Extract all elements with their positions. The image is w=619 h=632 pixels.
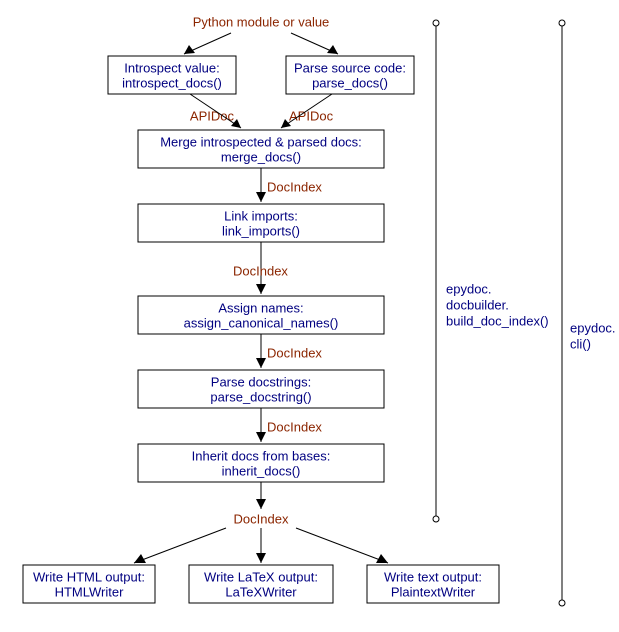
- node-latex: Write LaTeX output: LaTeXWriter: [189, 565, 333, 603]
- node-parsedoc-l1: Parse docstrings:: [211, 374, 311, 389]
- arrow-assign-to-parsedoc: [256, 334, 266, 368]
- node-text: Write text output: PlaintextWriter: [367, 565, 499, 603]
- node-assign-l1: Assign names:: [218, 300, 303, 315]
- edge-label-apidoc-right: APIDoc: [289, 108, 334, 123]
- node-parsedoc: Parse docstrings: parse_docstring(): [138, 370, 384, 408]
- node-link-l2: link_imports(): [222, 223, 300, 238]
- node-introspect: Introspect value: introspect_docs(): [108, 56, 236, 94]
- node-text-l2: PlaintextWriter: [391, 584, 476, 599]
- arrow-to-html: [134, 528, 226, 563]
- bracket-outer-l2: cli(): [570, 336, 591, 351]
- top-label: Python module or value: [193, 14, 330, 29]
- node-merge-l2: merge_docs(): [221, 149, 301, 164]
- bracket-outer-l1: epydoc.: [570, 320, 616, 335]
- arrow-top-to-introspect: [184, 33, 231, 54]
- arrow-to-text: [296, 528, 388, 563]
- node-parse-l1: Parse source code:: [294, 60, 406, 75]
- node-parse-l2: parse_docs(): [312, 75, 388, 90]
- node-merge: Merge introspected & parsed docs: merge_…: [138, 130, 384, 168]
- arrow-inherit-down: [256, 482, 266, 509]
- node-link-l1: Link imports:: [224, 208, 298, 223]
- arrow-to-latex: [256, 528, 266, 563]
- node-text-l1: Write text output:: [384, 569, 482, 584]
- edge-label-docindex-4: DocIndex: [267, 419, 322, 434]
- node-parse: Parse source code: parse_docs(): [286, 56, 414, 94]
- edge-label-docindex-1: DocIndex: [267, 179, 322, 194]
- bracket-docbuilder: [433, 20, 439, 522]
- bracket-cli: [559, 20, 565, 606]
- node-assign: Assign names: assign_canonical_names(): [138, 296, 384, 334]
- node-html-l2: HTMLWriter: [55, 584, 125, 599]
- edge-label-docindex-2: DocIndex: [233, 263, 288, 278]
- arrow-top-to-parse: [291, 33, 338, 54]
- node-inherit-l1: Inherit docs from bases:: [192, 448, 331, 463]
- bracket-inner-l3: build_doc_index(): [446, 313, 549, 328]
- edge-label-docindex-5: DocIndex: [234, 511, 289, 526]
- arrow-parsedoc-to-inherit: [256, 408, 266, 442]
- node-latex-l1: Write LaTeX output:: [204, 569, 318, 584]
- node-link: Link imports: link_imports(): [138, 204, 384, 242]
- node-parsedoc-l2: parse_docstring(): [210, 389, 311, 404]
- bracket-inner-l2: docbuilder.: [446, 297, 509, 312]
- node-merge-l1: Merge introspected & parsed docs:: [160, 134, 362, 149]
- node-html-l1: Write HTML output:: [33, 569, 145, 584]
- node-introspect-l1: Introspect value:: [124, 60, 219, 75]
- node-latex-l2: LaTeXWriter: [225, 584, 297, 599]
- bracket-inner-l1: epydoc.: [446, 281, 492, 296]
- node-inherit: Inherit docs from bases: inherit_docs(): [138, 444, 384, 482]
- node-inherit-l2: inherit_docs(): [222, 463, 301, 478]
- arrow-merge-to-link: [256, 168, 266, 202]
- node-assign-l2: assign_canonical_names(): [184, 315, 339, 330]
- edge-label-docindex-3: DocIndex: [267, 345, 322, 360]
- node-html: Write HTML output: HTMLWriter: [23, 565, 155, 603]
- edge-label-apidoc-left: APIDoc: [190, 108, 235, 123]
- node-introspect-l2: introspect_docs(): [122, 75, 222, 90]
